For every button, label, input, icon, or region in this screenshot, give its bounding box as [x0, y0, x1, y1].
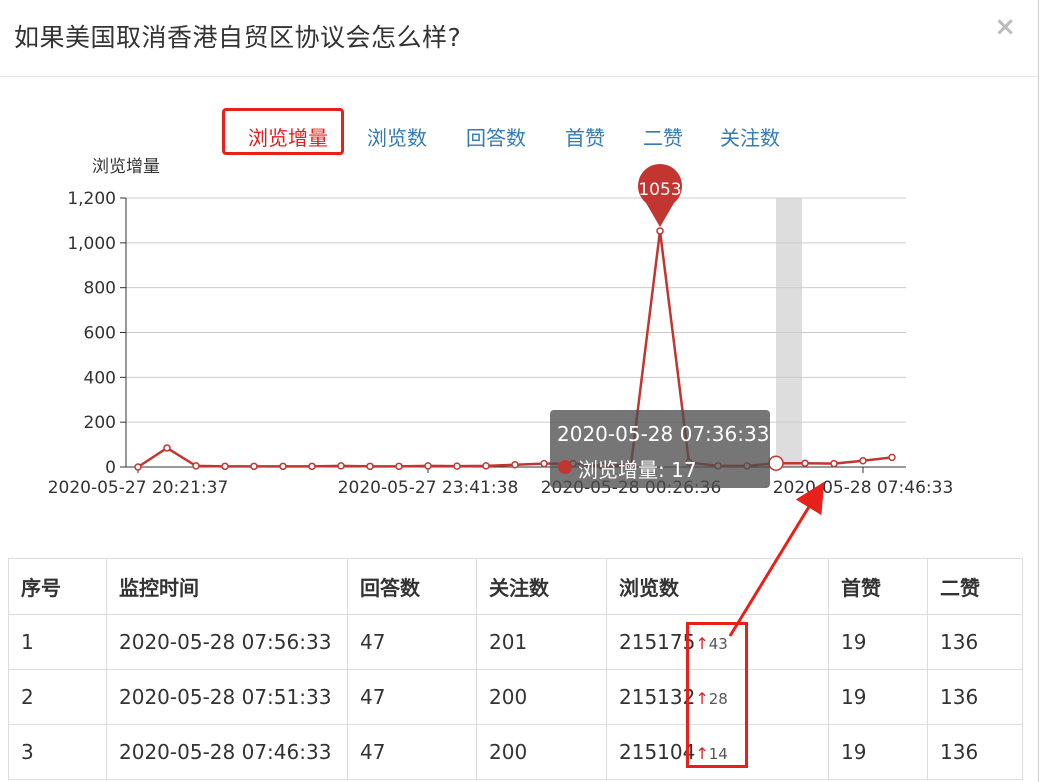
data-point — [221, 462, 229, 471]
cell-second-likes: 136 — [927, 614, 1023, 670]
close-icon[interactable]: × — [994, 12, 1016, 42]
cell-first-likes: 19 — [828, 614, 928, 670]
y-axis-label: 浏览增量 — [92, 157, 160, 177]
data-point — [163, 444, 171, 452]
data-point — [366, 462, 374, 471]
tooltip-time: 2020-05-28 07:36:33 — [557, 422, 770, 446]
data-point — [540, 459, 548, 468]
data-point — [279, 462, 287, 471]
data-point — [482, 462, 490, 470]
header-no: 序号 — [8, 558, 107, 615]
cell-second-likes: 136 — [927, 669, 1023, 725]
data-point — [308, 462, 316, 471]
tooltip-series: 浏览增量: 17 — [578, 458, 697, 482]
cell-first-likes: 19 — [828, 669, 928, 725]
tooltip-value: 17 — [671, 458, 697, 482]
header-first-likes: 首赞 — [828, 558, 928, 615]
cell-answers: 47 — [347, 669, 477, 725]
data-point — [250, 462, 258, 471]
data-point — [424, 462, 432, 470]
tooltip-series-name: 浏览增量 — [578, 458, 658, 482]
data-point — [453, 462, 461, 470]
data-point — [192, 462, 200, 470]
cell-time: 2020-05-28 07:46:33 — [106, 724, 348, 780]
cell-answers: 47 — [347, 724, 477, 780]
tab-first-likes[interactable]: 首赞 — [565, 122, 605, 151]
y-tick-label: 0 — [105, 458, 116, 478]
cell-answers: 47 — [347, 614, 477, 670]
modal-dialog: 如果美国取消香港自贸区协议会怎么样? × 浏览增量 浏览数 回答数 首赞 二赞 … — [0, 0, 1039, 782]
tab-views[interactable]: 浏览数 — [367, 122, 427, 151]
data-point — [656, 227, 664, 235]
cell-time: 2020-05-28 07:56:33 — [106, 614, 348, 670]
y-tick-label: 400 — [84, 368, 116, 388]
y-tick-label: 200 — [84, 413, 116, 433]
table-row: 1 2020-05-28 07:56:33 47 201 215175↑43 1… — [8, 614, 1023, 670]
views-value: 215175 — [619, 630, 696, 654]
views-value: 215104 — [619, 740, 696, 764]
cell-second-likes: 136 — [927, 724, 1023, 780]
header-time: 监控时间 — [106, 558, 348, 615]
modal-header: 如果美国取消香港自贸区协议会怎么样? × — [0, 0, 1038, 77]
y-tick-label: 1,200 — [67, 189, 116, 209]
cell-no: 3 — [8, 724, 107, 780]
tab-second-likes[interactable]: 二赞 — [643, 122, 683, 151]
x-tick-label: 2020-05-27 20:21:37 — [48, 478, 229, 498]
data-point — [830, 459, 838, 468]
delta-highlight-box — [686, 622, 748, 768]
cell-first-likes: 19 — [828, 724, 928, 780]
cell-no: 1 — [8, 614, 107, 670]
x-tick-label: 2020-05-28 07:46:33 — [773, 478, 954, 498]
tab-answers[interactable]: 回答数 — [466, 122, 526, 151]
tooltip-series-dot — [558, 460, 572, 474]
data-point — [337, 462, 345, 470]
data-point — [511, 461, 519, 469]
header-second-likes: 二赞 — [927, 558, 1023, 615]
y-tick-label: 600 — [84, 324, 116, 344]
monitor-table: 序号 监控时间 回答数 关注数 浏览数 首赞 二赞 1 2020-05-28 0… — [8, 558, 1023, 780]
max-marker-label: 1053 — [638, 180, 681, 200]
header-answers: 回答数 — [347, 558, 477, 615]
table-row: 2 2020-05-28 07:51:33 47 200 215132↑28 1… — [8, 669, 1023, 725]
hovered-point — [768, 455, 784, 471]
data-point — [801, 459, 809, 467]
header-follows: 关注数 — [476, 558, 607, 615]
cell-follows: 200 — [476, 669, 607, 725]
data-point — [395, 462, 403, 471]
data-point — [888, 453, 896, 462]
views-value: 215132 — [619, 685, 696, 709]
chart-svg: 0 200 400 600 800 1,000 1,200 浏览增量 2020-05-27 20… — [48, 157, 954, 498]
data-point — [859, 456, 867, 465]
x-tick-label: 2020-05-27 23:41:38 — [338, 478, 519, 498]
header-views: 浏览数 — [606, 558, 829, 615]
chart-tooltip: 2020-05-28 07:36:33 浏览增量: 17 — [550, 410, 770, 488]
line-chart: 0 200 400 600 800 1,000 1,200 浏览增量 2020-05-27 20… — [0, 150, 1038, 510]
tab-follows[interactable]: 关注数 — [720, 122, 780, 151]
modal-title: 如果美国取消香港自贸区协议会怎么样? — [14, 23, 462, 52]
y-tick-label: 1,000 — [67, 234, 116, 254]
cell-follows: 201 — [476, 614, 607, 670]
table-header-row: 序号 监控时间 回答数 关注数 浏览数 首赞 二赞 — [8, 558, 1023, 615]
cell-time: 2020-05-28 07:51:33 — [106, 669, 348, 725]
cell-follows: 200 — [476, 724, 607, 780]
table-row: 3 2020-05-28 07:46:33 47 200 215104↑14 1… — [8, 724, 1023, 780]
cell-no: 2 — [8, 669, 107, 725]
data-point — [134, 463, 142, 471]
active-tab-highlight — [222, 108, 344, 155]
y-tick-label: 800 — [84, 279, 116, 299]
